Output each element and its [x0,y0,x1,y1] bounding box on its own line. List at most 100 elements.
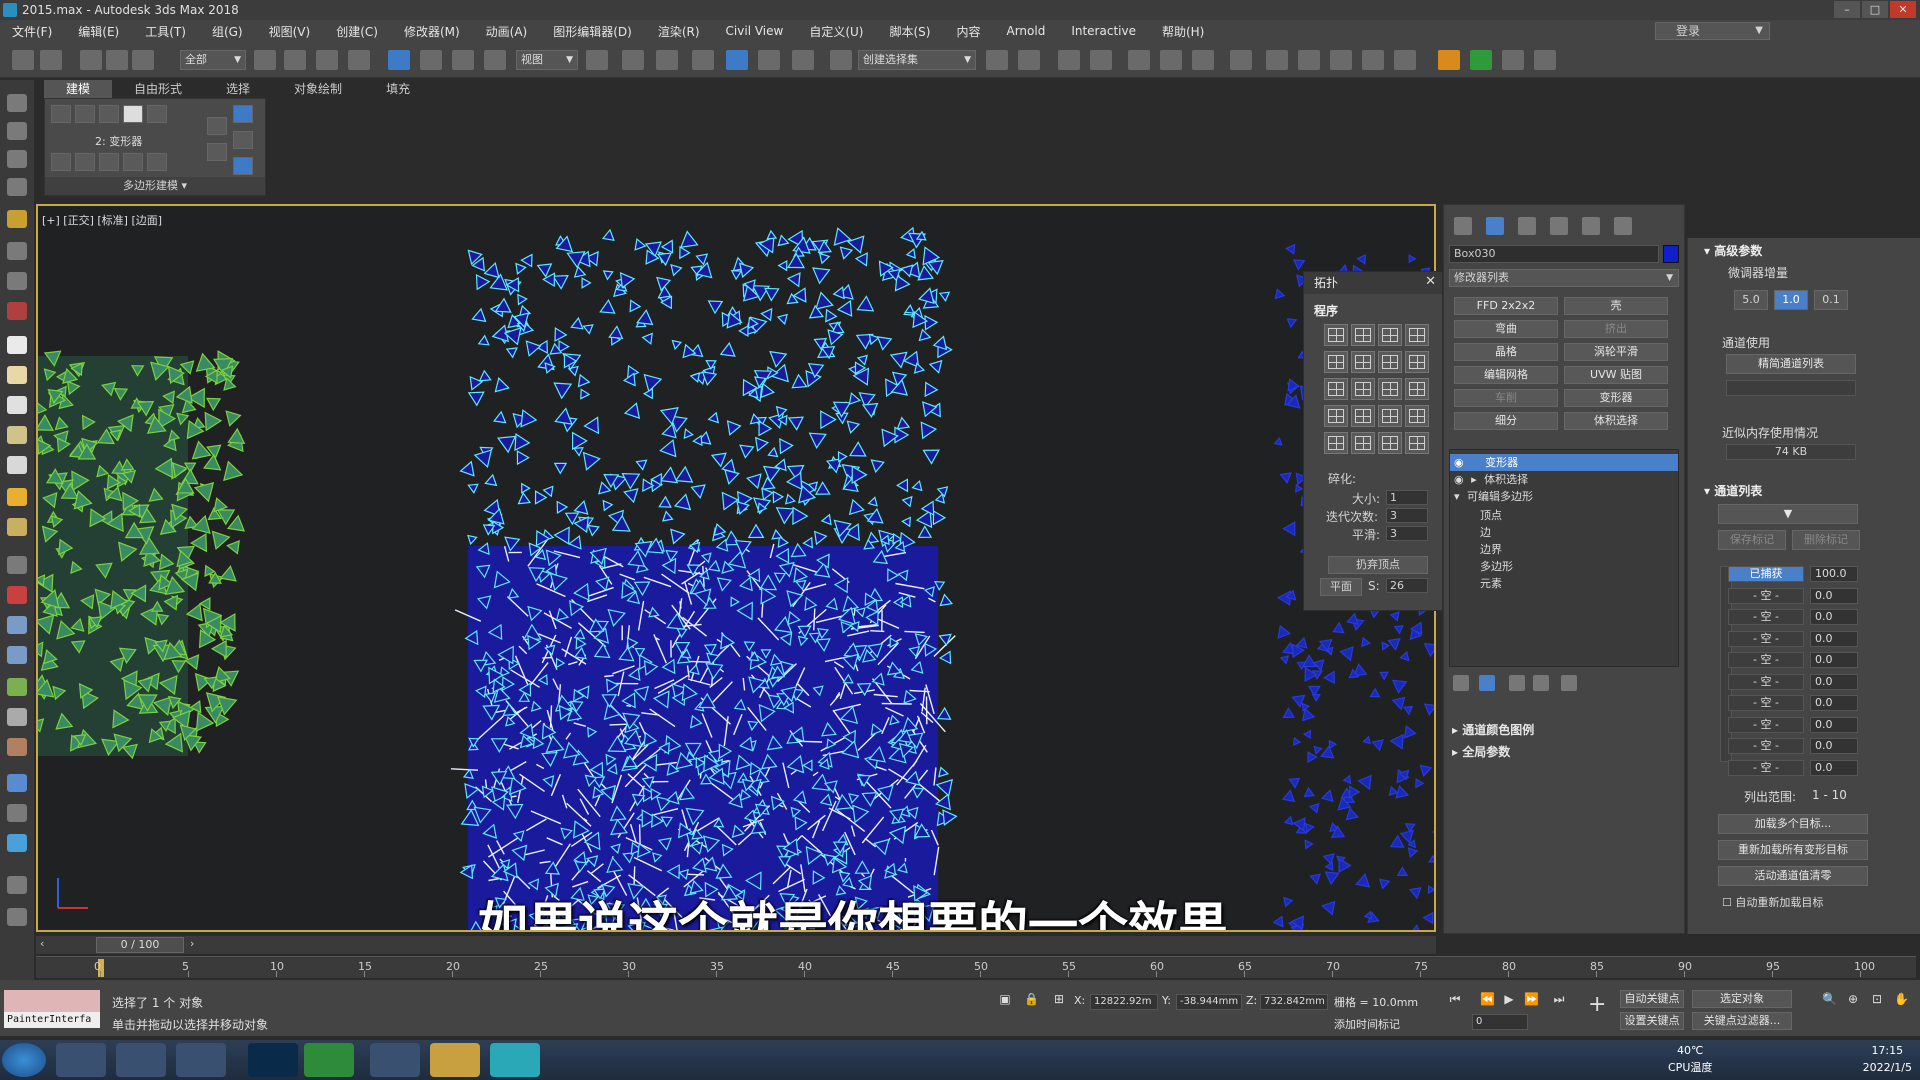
show-end-result-icon[interactable] [207,117,227,135]
topology-pattern-button[interactable] [1324,324,1348,346]
scene-explorer-icon[interactable] [1058,50,1080,70]
forest-pack-icon[interactable] [1438,50,1460,70]
box-icon[interactable] [7,336,27,354]
sub-object-element[interactable]: 元素 [1480,575,1502,591]
hierarchy-tab-icon[interactable] [1518,217,1536,235]
render-production-icon[interactable] [1330,50,1352,70]
collapse-icon[interactable]: ▾ [1454,490,1460,503]
load-multiple-targets-button[interactable]: 加载多个目标... [1718,814,1868,834]
tab-object-paint[interactable]: 对象绘制 [272,80,364,98]
bind-space-warp-icon[interactable] [132,50,154,70]
topology-pattern-button[interactable] [1405,351,1429,373]
sub-object-vertex[interactable]: 顶点 [1480,507,1502,523]
menu-file[interactable]: 文件(F) [12,23,52,40]
channel-name-button[interactable]: 已捕获 [1728,566,1804,582]
modifier-button[interactable]: 弯曲 [1454,320,1558,338]
next-frame-icon[interactable]: › [190,937,194,950]
edge-mode-icon[interactable] [75,105,95,123]
paint-icon[interactable] [7,586,27,604]
close-icon[interactable]: ✕ [1425,274,1436,289]
smooth-spinner[interactable]: 3 [1386,526,1428,541]
modify-tab-icon[interactable] [1486,217,1504,235]
globe-icon[interactable] [7,646,27,664]
ribbon-toggle-icon[interactable] [1128,50,1150,70]
configure-icon[interactable] [1561,675,1577,691]
repeat-icon[interactable] [147,153,167,171]
file-explorer-icon[interactable] [430,1043,480,1077]
schematic-view-icon[interactable] [1192,50,1214,70]
hierarchy-icon[interactable] [7,178,27,196]
iterations-spinner[interactable]: 3 [1386,508,1428,523]
add-time-tag[interactable]: 添加时间标记 [1334,1016,1400,1032]
channel-name-button[interactable]: - 空 - [1728,716,1804,733]
key-mode-icon[interactable]: + [1588,994,1606,1016]
360-browser-icon[interactable] [176,1043,226,1077]
discard-vertices-button[interactable]: 扔弃顶点 [1328,556,1428,574]
stack-item-morpher[interactable]: ◉ 变形器 [1450,454,1678,471]
light-bulb-icon[interactable] [7,210,27,228]
show-end-result-icon[interactable] [1479,675,1495,691]
hair-icon[interactable] [7,738,27,756]
object-color-swatch[interactable] [1663,245,1679,263]
menu-civil-view[interactable]: Civil View [726,24,784,38]
channel-name-button[interactable]: - 空 - [1728,673,1804,690]
pan-icon[interactable]: ✋ [1894,992,1909,1006]
viewport-front[interactable]: [+] [正交] [标准] [边面] 如果说这个就是你想要的一个效果 [36,204,1436,932]
selected-objects-combo[interactable]: 选定对象 [1692,990,1792,1008]
cone-icon[interactable] [7,456,27,474]
increment-5-button[interactable]: 5.0 [1734,290,1768,310]
channel-value-spinner[interactable]: 0.0 [1810,609,1858,625]
3dsmax-taskbar-icon[interactable] [490,1043,540,1077]
render-setup-icon[interactable] [1266,50,1288,70]
channel-value-spinner[interactable]: 0.0 [1810,652,1858,668]
select-object-icon[interactable] [254,50,276,70]
eye-icon[interactable]: ◉ [1454,456,1464,469]
go-to-end-icon[interactable]: ⏭ [1552,992,1566,1006]
sun-icon[interactable] [7,488,27,506]
edit-named-selection-icon[interactable] [830,50,852,70]
select-and-place-icon[interactable] [484,50,506,70]
menu-content[interactable]: 内容 [956,23,980,40]
curve-editor-icon[interactable] [1160,50,1182,70]
helper-icon[interactable] [7,272,27,290]
modifier-list-combo[interactable]: 修改器列表 ▼ [1449,269,1679,287]
tab-selection[interactable]: 选择 [204,80,272,98]
plane-button[interactable]: 平面 [1320,578,1362,596]
spinner-snap-icon[interactable] [792,50,814,70]
channel-value-spinner[interactable]: 0.0 [1810,759,1858,776]
modifier-button[interactable]: 车削 [1454,389,1558,407]
border-mode-icon[interactable] [99,105,119,123]
y-coordinate-field[interactable]: -38.944mm [1176,994,1242,1010]
topology-pattern-button[interactable] [1351,405,1375,427]
menu-scripting[interactable]: 脚本(S) [889,23,930,40]
help-icon[interactable] [7,908,27,926]
polygon-mode-icon[interactable] [123,105,143,123]
object-name-field[interactable]: Box030 [1449,245,1659,263]
redo-icon[interactable] [40,50,62,70]
zoom-icon[interactable]: 🔍 [1822,992,1837,1006]
ie-browser-icon[interactable] [116,1043,166,1077]
make-planar-icon[interactable] [75,153,95,171]
isolate-icon[interactable]: ▣ [998,992,1012,1006]
maximize-button[interactable]: □ [1862,1,1888,18]
selection-filter-combo[interactable]: 全部 ▼ [180,50,246,70]
channel-select-combo[interactable]: ▼ [1718,504,1858,524]
go-to-start-icon[interactable]: ⏮ [1448,992,1462,1006]
select-manipulate-icon[interactable] [622,50,644,70]
modifier-button[interactable]: 变形器 [1564,389,1668,407]
modifier-button[interactable]: 编辑网格 [1454,366,1558,384]
make-unique-icon[interactable] [1509,675,1525,691]
modifier-button[interactable]: 挤出 [1564,320,1668,338]
link-icon[interactable] [80,50,102,70]
next-key-icon[interactable]: ⏩ [1524,992,1539,1006]
modifier-button[interactable]: UVW 贴图 [1564,366,1668,384]
snaps-toggle-icon[interactable] [692,50,714,70]
save-marker-button[interactable]: 保存标记 [1718,530,1786,550]
vertex-mode-icon[interactable] [51,105,71,123]
reload-all-targets-button[interactable]: 重新加载所有变形目标 [1718,840,1868,860]
maxscript-listener-mini[interactable] [4,990,100,1012]
timeline-track[interactable]: 0 5 10 15 20 25 30 35 40 45 50 55 60 65 70 75 80 85 90 95 10… [36,956,1916,978]
s-spinner[interactable]: 26 [1386,578,1428,593]
x-coordinate-field[interactable]: 12822.92m [1090,994,1158,1010]
channel-list-header[interactable]: ▾ 通道列表 [1704,482,1762,499]
